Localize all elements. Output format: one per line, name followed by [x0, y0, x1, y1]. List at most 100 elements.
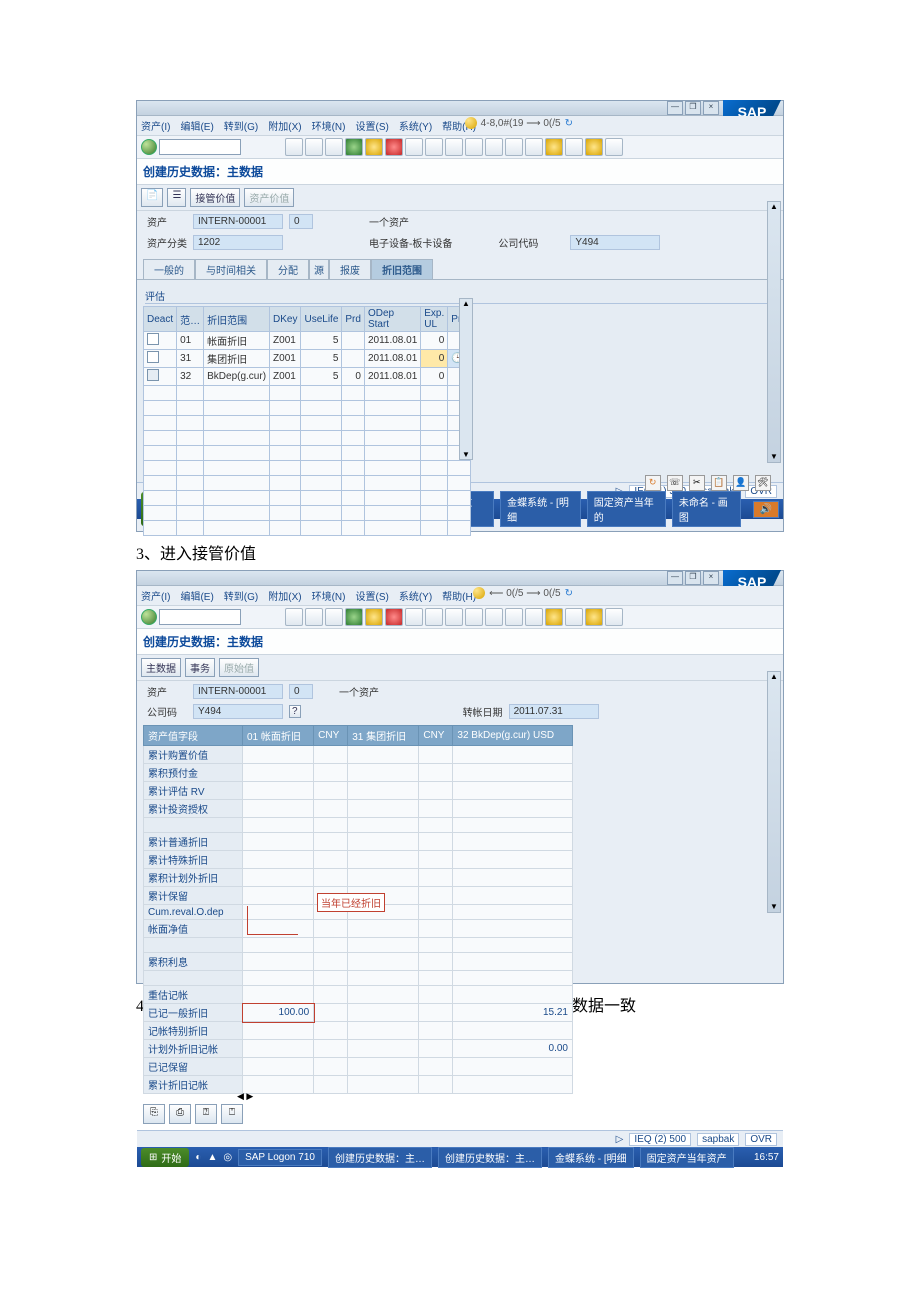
down-arrow-icon[interactable]: ▼ [769, 902, 779, 912]
back-icon[interactable] [305, 138, 323, 156]
tab-retire[interactable]: 报废 [329, 259, 371, 279]
task-item[interactable]: 未命名 - 画图 [672, 491, 741, 527]
menu-help[interactable]: 帮助(H) [442, 588, 476, 603]
help-small-icon[interactable]: ? [289, 705, 301, 718]
right-scrollbar[interactable]: ▲ ▼ [767, 671, 781, 913]
menu-edit[interactable]: 编辑(E) [180, 588, 213, 603]
last-icon[interactable] [525, 138, 543, 156]
grid-vscroll[interactable]: ▲ ▼ [459, 298, 473, 460]
down-arrow-icon[interactable]: ▼ [769, 452, 779, 462]
quicklaunch-icon[interactable]: ◎ [223, 1152, 232, 1163]
findnext-icon[interactable] [445, 138, 463, 156]
menu-env[interactable]: 环境(N) [312, 588, 346, 603]
tab-source[interactable]: 源 [309, 259, 329, 279]
print-icon[interactable] [405, 138, 423, 156]
next-icon[interactable] [505, 138, 523, 156]
quicklaunch-icon[interactable]: ▲ [207, 1152, 217, 1163]
customize-icon[interactable] [605, 608, 623, 626]
enter-icon[interactable] [141, 609, 157, 625]
newsession-icon[interactable] [545, 608, 563, 626]
menu-extras[interactable]: 附加(X) [268, 118, 301, 133]
back-icon[interactable] [305, 608, 323, 626]
save-icon[interactable] [285, 138, 303, 156]
document-icon[interactable]: 📄 [141, 188, 163, 207]
deact-checkbox[interactable] [147, 333, 159, 345]
restore-icon[interactable]: ❐ [685, 571, 701, 585]
right-scrollbar[interactable]: ▲ ▼ [767, 201, 781, 463]
task-item[interactable]: 金蝶系统 - [明细 [500, 491, 581, 527]
refresh-mini-icon[interactable]: ↻ [645, 475, 661, 491]
tab-time[interactable]: 与时间相关 [195, 259, 267, 279]
task-item[interactable]: SAP Logon 710 [238, 1149, 322, 1166]
tab-alloc[interactable]: 分配 [267, 259, 309, 279]
tray-icon[interactable]: 🔊 [753, 501, 779, 518]
up-arrow-icon[interactable]: ▲ [769, 202, 779, 212]
command-field[interactable] [159, 139, 241, 155]
warn-icon[interactable] [365, 138, 383, 156]
hscroll[interactable]: ◀ ▶ [237, 1091, 253, 1102]
up-arrow-icon[interactable]: ▲ [769, 672, 779, 682]
first-icon[interactable] [465, 138, 483, 156]
restore-icon[interactable]: ❐ [685, 101, 701, 115]
start-button[interactable]: ⊞开始 [141, 1148, 189, 1167]
prev-icon[interactable] [485, 608, 503, 626]
layout-icon[interactable] [565, 608, 583, 626]
help-icon[interactable] [585, 608, 603, 626]
btn-2[interactable]: ⎙ [169, 1104, 191, 1124]
refresh-icon[interactable]: ↻ [565, 118, 573, 129]
print-icon[interactable] [405, 608, 423, 626]
warn-icon[interactable] [365, 608, 383, 626]
menu-env[interactable]: 环境(N) [312, 118, 346, 133]
task-item[interactable]: 创建历史数据：主… [438, 1147, 542, 1168]
exit-icon[interactable] [325, 608, 343, 626]
first-icon[interactable] [465, 608, 483, 626]
findnext-icon[interactable] [445, 608, 463, 626]
last-icon[interactable] [525, 608, 543, 626]
btn-1[interactable]: ⎘ [143, 1104, 165, 1124]
close-icon[interactable]: × [703, 571, 719, 585]
task-item[interactable]: 创建历史数据：主… [328, 1147, 432, 1168]
refresh-icon[interactable]: ↻ [565, 588, 573, 599]
command-field[interactable] [159, 609, 241, 625]
customize-icon[interactable] [605, 138, 623, 156]
check-icon[interactable] [345, 608, 363, 626]
close-icon[interactable]: × [703, 101, 719, 115]
menu-edit[interactable]: 编辑(E) [180, 118, 213, 133]
menu-settings[interactable]: 设置(S) [355, 588, 388, 603]
table-row[interactable]: 32 BkDep(g.cur) Z001 5 0 2011.08.01 0 0 [144, 368, 471, 386]
tab-general[interactable]: 一般的 [143, 259, 195, 279]
btn-3[interactable]: ⍰ [195, 1104, 217, 1124]
transactions-button[interactable]: 事务 [185, 658, 215, 677]
help-icon[interactable] [585, 138, 603, 156]
tab-dep[interactable]: 折旧范围 [371, 259, 433, 279]
layout-icon[interactable] [565, 138, 583, 156]
check-icon[interactable] [345, 138, 363, 156]
posted-dep-01[interactable]: 100.00 [243, 1004, 314, 1022]
menu-goto[interactable]: 转到(G) [224, 588, 258, 603]
takeover-values-button[interactable]: 接管价值 [190, 188, 240, 207]
btn-4[interactable]: ⍞ [221, 1104, 243, 1124]
cancel-icon[interactable] [385, 608, 403, 626]
next-icon[interactable] [505, 608, 523, 626]
orig-values-button[interactable]: 原始值 [219, 658, 259, 677]
task-item[interactable]: 固定资产当年的 [587, 491, 666, 527]
find-icon[interactable] [425, 138, 443, 156]
list-icon[interactable]: ☰ [167, 188, 186, 207]
table-row[interactable]: 01 帐面折旧 Z001 5 2011.08.01 0 0 [144, 332, 471, 350]
minimize-icon[interactable]: — [667, 571, 683, 585]
task-item[interactable]: 金蝶系统 - [明细 [548, 1147, 634, 1168]
task-item[interactable]: 固定资产当年资产 [640, 1147, 734, 1168]
master-data-button[interactable]: 主数据 [141, 658, 181, 677]
quicklaunch-icon[interactable]: ◐ [195, 1152, 201, 1163]
save-icon[interactable] [285, 608, 303, 626]
scissors-icon[interactable]: ✂ [689, 475, 705, 491]
menu-settings[interactable]: 设置(S) [355, 118, 388, 133]
menu-system[interactable]: 系统(Y) [399, 118, 432, 133]
cancel-icon[interactable] [385, 138, 403, 156]
minimize-icon[interactable]: — [667, 101, 683, 115]
table-row[interactable]: 31 集团折旧 Z001 5 2011.08.01 0 🕒 [144, 350, 471, 368]
clipboard-icon[interactable]: 📋 [711, 475, 727, 491]
deact-checkbox[interactable] [147, 351, 159, 363]
tool-icon[interactable]: 🛠 [755, 475, 771, 491]
menu-asset[interactable]: 资产(I) [141, 118, 170, 133]
